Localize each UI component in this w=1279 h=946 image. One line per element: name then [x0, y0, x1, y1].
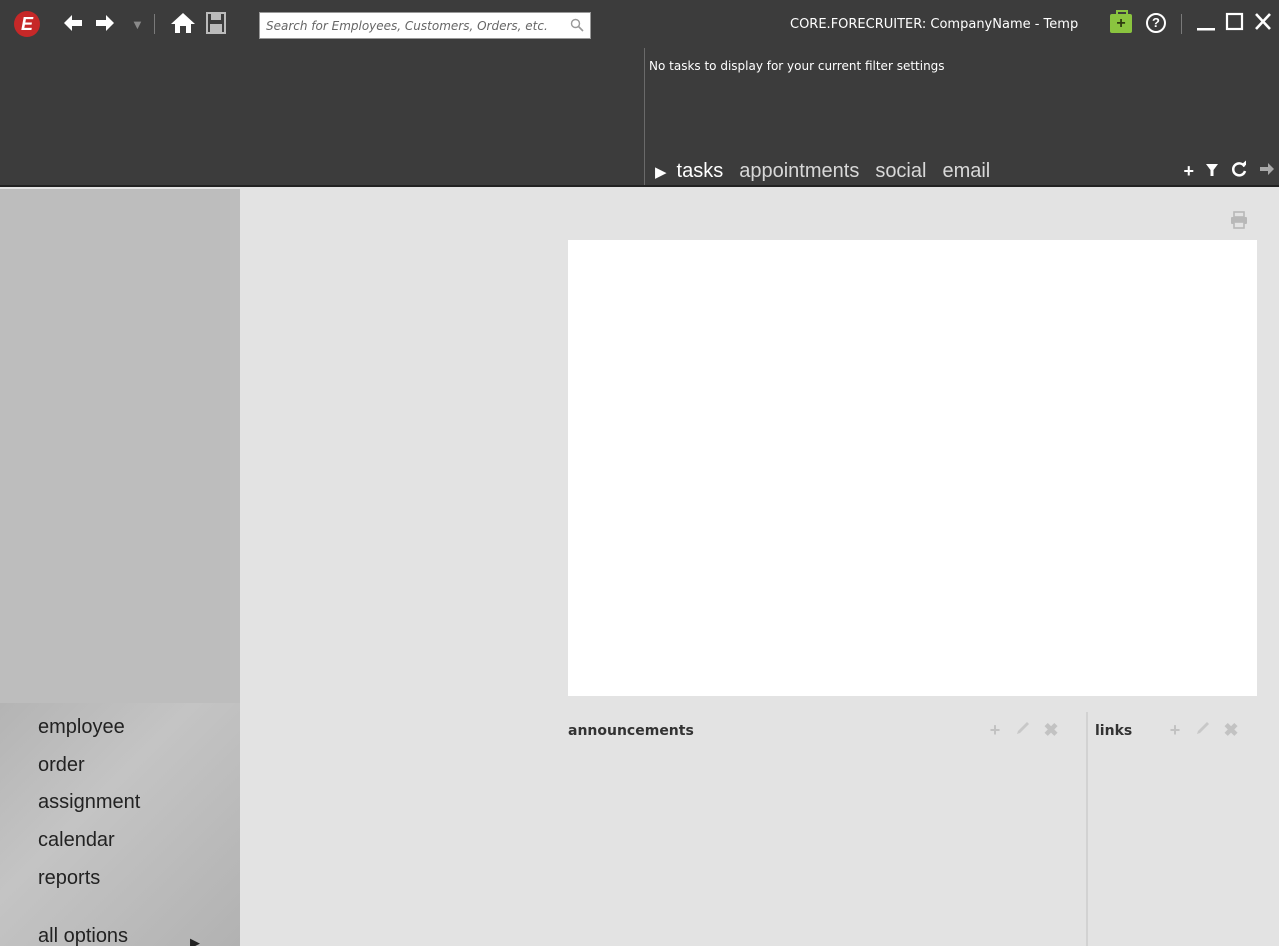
search-box[interactable]	[259, 12, 591, 39]
sidebar-item-reports[interactable]: reports	[38, 867, 100, 890]
title-bar: E ▼ CORE.FORECRUITER: CompanyName - Temp…	[0, 0, 1279, 48]
tab-appointments[interactable]: appointments	[739, 160, 859, 183]
tab-tasks[interactable]: tasks	[677, 160, 724, 183]
panel-divider	[1086, 712, 1088, 946]
sidebar-item-all-options[interactable]: all options	[38, 925, 128, 946]
print-icon[interactable]	[1229, 211, 1249, 229]
add-link-icon[interactable]: +	[1166, 720, 1184, 741]
save-icon[interactable]	[206, 8, 226, 42]
app-logo[interactable]: E	[14, 11, 40, 37]
announcements-title: announcements	[568, 723, 694, 739]
tab-social[interactable]: social	[875, 160, 926, 183]
refresh-icon[interactable]	[1230, 160, 1248, 183]
add-icon[interactable]: +	[1183, 161, 1194, 182]
sidebar-nav: employee order assignment calendar repor…	[0, 703, 240, 946]
expand-arrow-icon[interactable]: ▶	[655, 163, 667, 181]
links-tools: + ✖	[1166, 720, 1240, 741]
toolbar-separator	[1181, 14, 1182, 34]
dashboard-content-panel	[568, 240, 1257, 696]
sidebar-item-assignment[interactable]: assignment	[38, 791, 140, 814]
delete-announcement-icon[interactable]: ✖	[1042, 720, 1060, 741]
forward-icon[interactable]	[1259, 161, 1275, 182]
forward-arrow-icon[interactable]	[94, 8, 116, 42]
expand-right-icon[interactable]: ▶	[190, 935, 200, 946]
back-arrow-icon[interactable]	[62, 8, 84, 42]
minimize-icon[interactable]	[1196, 10, 1216, 38]
no-tasks-message: No tasks to display for your current fil…	[649, 59, 945, 73]
history-dropdown-icon[interactable]: ▼	[131, 10, 144, 40]
maximize-icon[interactable]	[1225, 10, 1245, 38]
edit-announcement-icon[interactable]	[1014, 720, 1032, 741]
sidebar-item-calendar[interactable]: calendar	[38, 829, 115, 852]
search-input[interactable]	[260, 13, 560, 38]
tasks-panel: No tasks to display for your current fil…	[644, 48, 1279, 185]
dashboard-header: No tasks to display for your current fil…	[0, 48, 1279, 187]
help-icon[interactable]: ?	[1146, 13, 1166, 33]
delete-link-icon[interactable]: ✖	[1222, 720, 1240, 741]
window-title: CORE.FORECRUITER: CompanyName - Temp	[790, 17, 1079, 32]
toolbar-separator	[154, 14, 155, 34]
search-icon[interactable]	[570, 18, 584, 32]
links-title: links	[1095, 723, 1133, 739]
sidebar-item-employee[interactable]: employee	[38, 716, 125, 739]
filter-icon[interactable]	[1205, 161, 1219, 182]
add-announcement-icon[interactable]: +	[986, 720, 1004, 741]
header-tools: +	[1183, 160, 1275, 183]
close-icon[interactable]	[1253, 10, 1273, 38]
sidebar: employee order assignment calendar repor…	[0, 189, 240, 946]
home-icon[interactable]	[170, 8, 196, 43]
activity-tabs: ▶ tasks appointments social email	[655, 160, 990, 183]
sidebar-item-order[interactable]: order	[38, 754, 85, 777]
announcements-tools: + ✖	[986, 720, 1060, 741]
briefcase-add-icon[interactable]: +	[1110, 10, 1132, 33]
tab-email[interactable]: email	[942, 160, 990, 183]
edit-link-icon[interactable]	[1194, 720, 1212, 741]
